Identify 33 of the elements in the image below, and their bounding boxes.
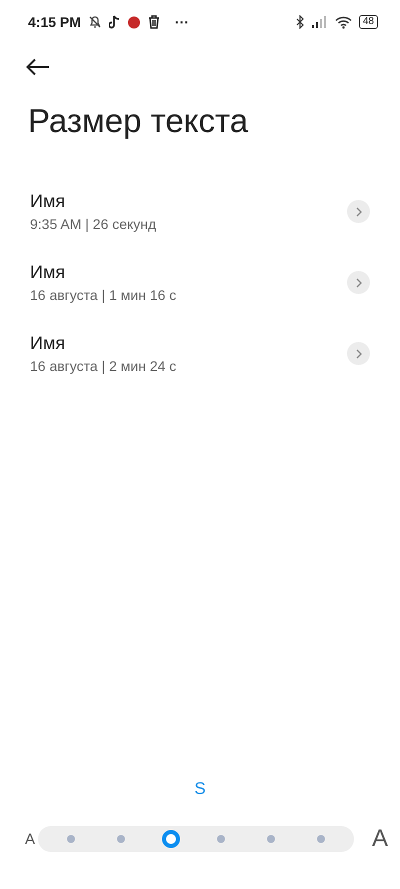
recording-details: 16 августа | 1 мин 16 с [30,287,178,303]
music-note-icon [108,15,120,29]
chevron-button[interactable] [347,271,370,294]
chevron-button[interactable] [347,200,370,223]
slider-step[interactable] [266,835,275,843]
recording-name: Имя [30,191,66,212]
signal-icon [312,16,328,28]
battery-level: 48 [358,15,378,29]
slider-step[interactable] [116,835,125,843]
page-title: Размер текста [28,102,250,140]
chevron-right-icon [354,206,362,216]
slider-step[interactable] [316,835,325,843]
small-a-label: A [25,830,36,848]
status-time: 4:15 PM [28,14,81,30]
large-a-label: A [372,825,388,853]
slider-thumb[interactable] [162,830,180,848]
recording-details: 16 августа | 2 мин 24 с [30,358,178,374]
bluetooth-icon [296,15,305,29]
more-indicator: ··· [174,14,189,30]
slider-step[interactable] [66,835,75,843]
chevron-button[interactable] [347,342,370,365]
recording-name: Имя [30,333,66,354]
slider-step[interactable] [216,835,225,843]
wifi-icon [334,16,352,28]
recording-name: Имя [30,262,66,283]
size-label: S [194,779,206,799]
back-arrow-icon [26,58,50,76]
bell-off-icon [88,15,102,29]
trash-icon [148,15,160,29]
chevron-right-icon [354,278,362,288]
recording-details: 9:35 AM | 26 секунд [30,216,158,232]
app-icon [126,15,141,29]
chevron-right-icon [354,348,362,358]
